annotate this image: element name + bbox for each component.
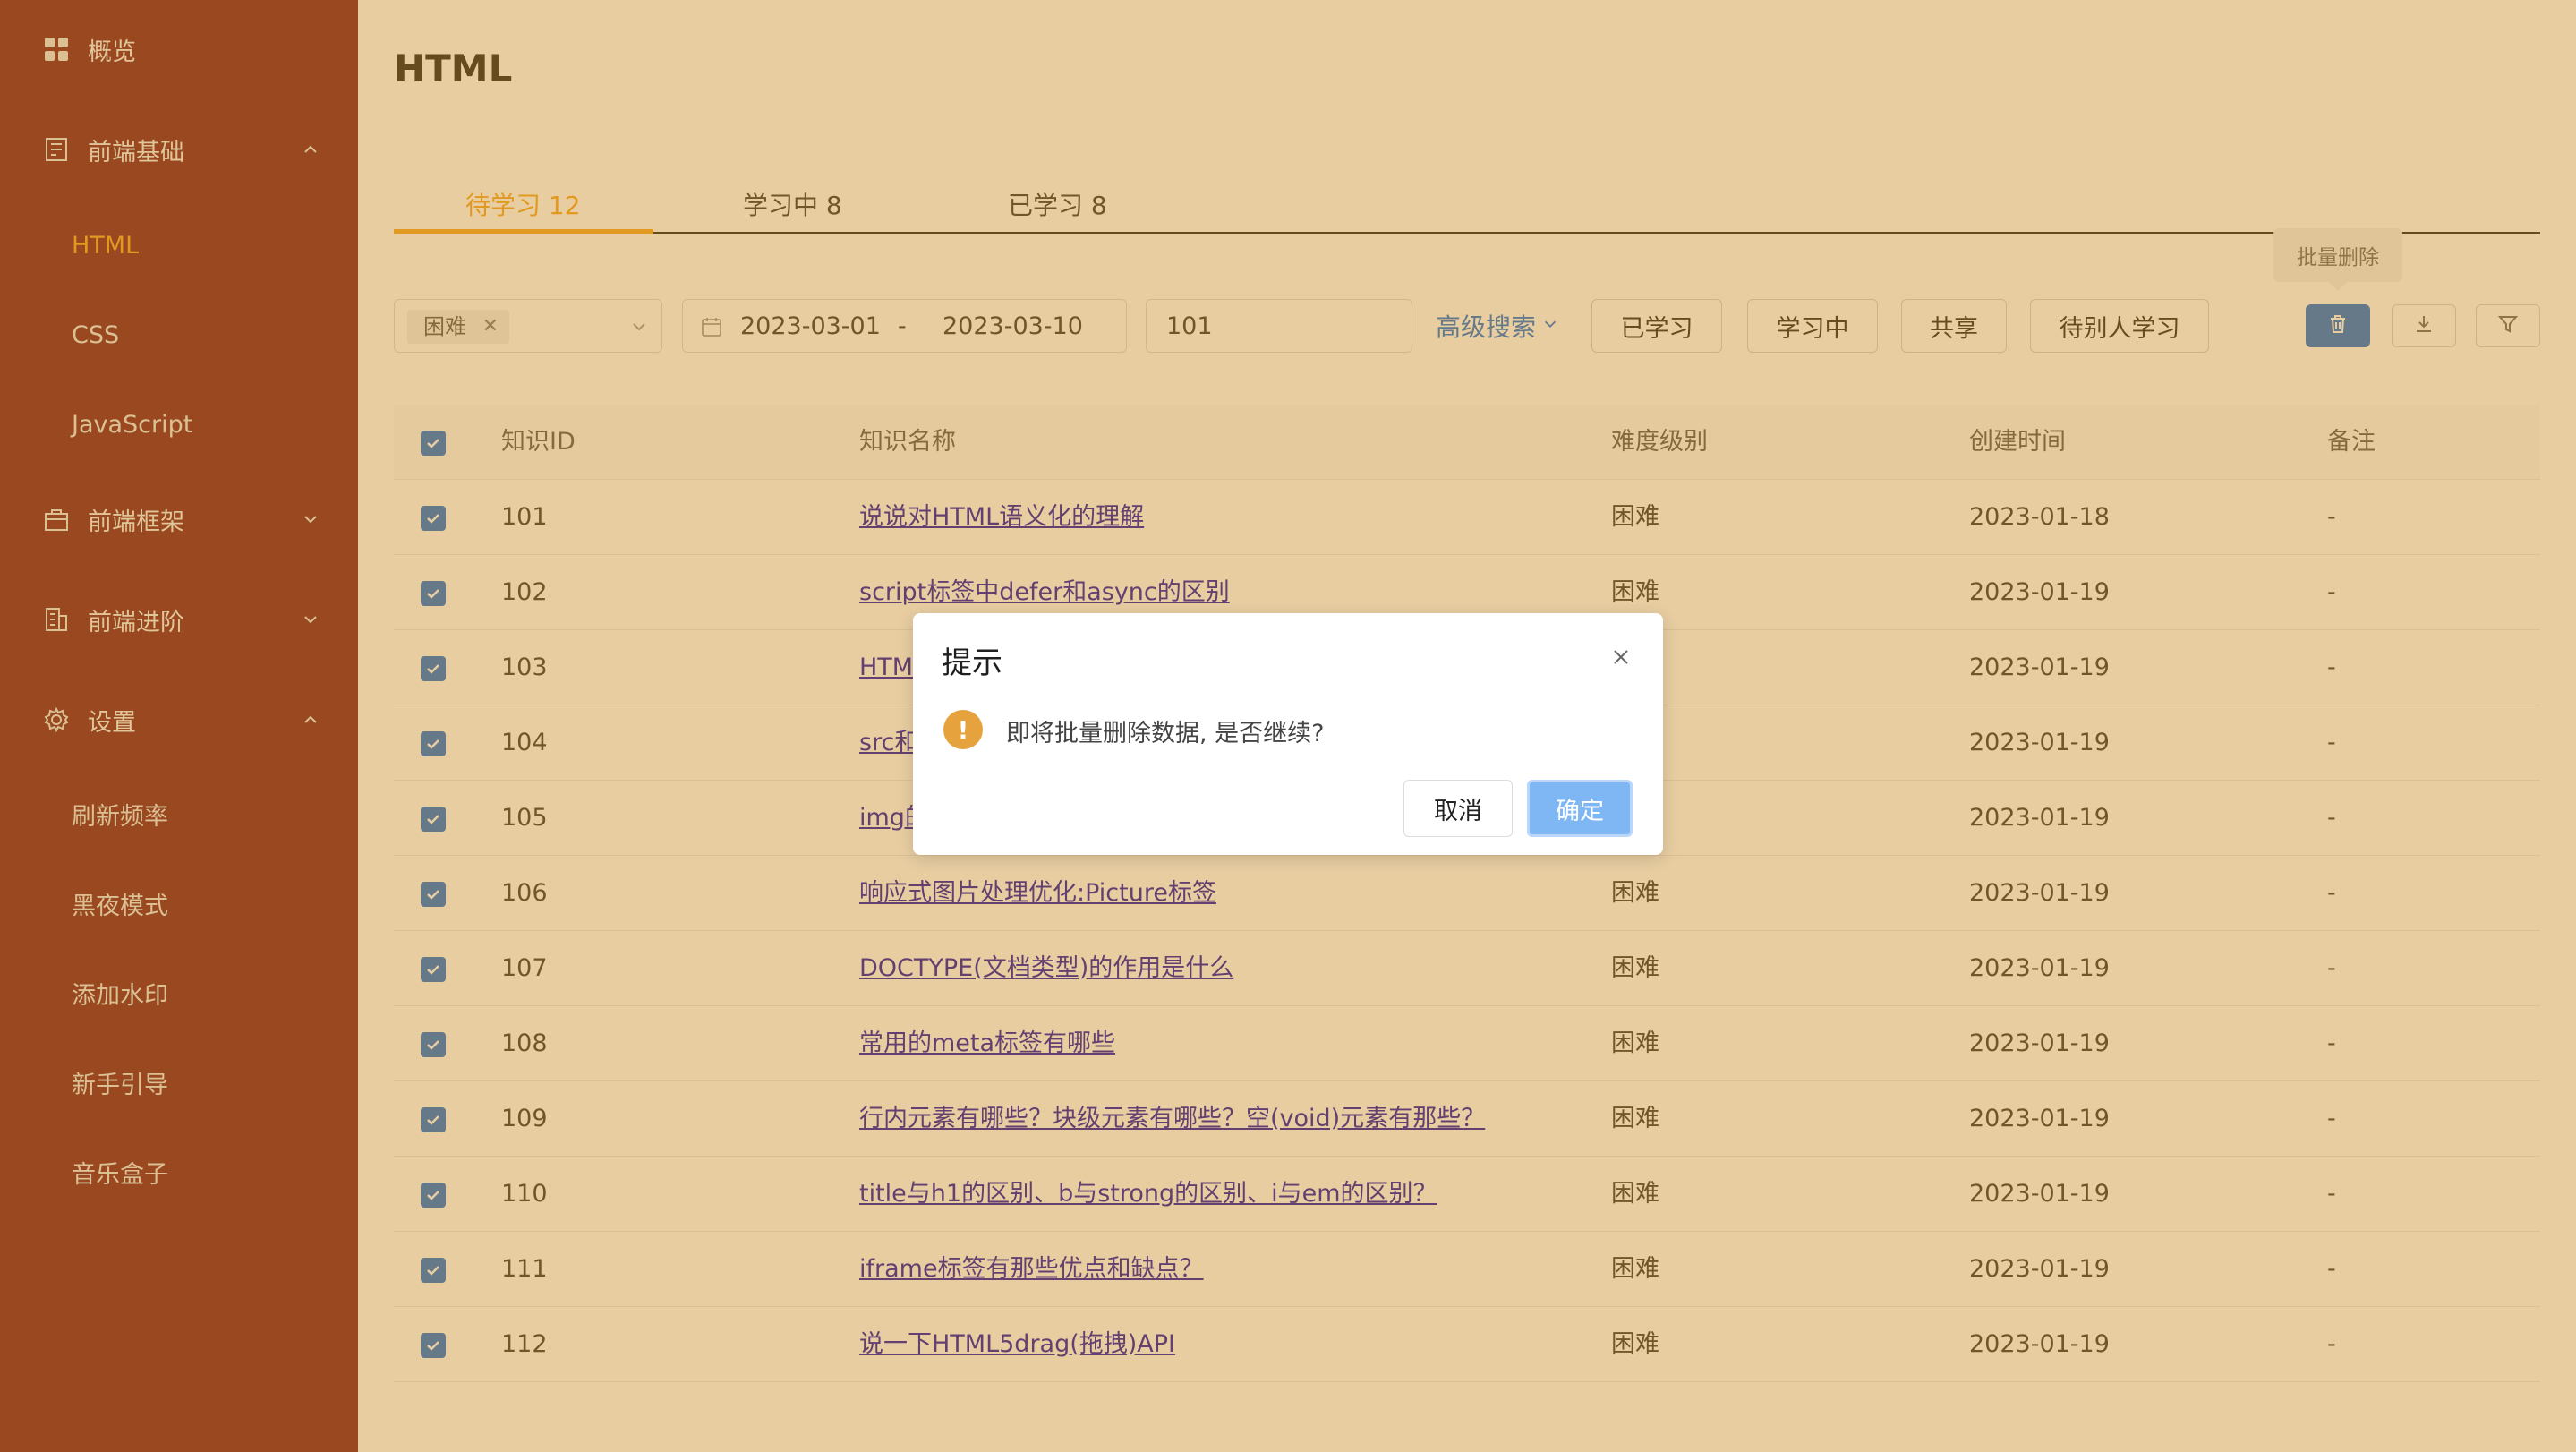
confirm-dialog: 提示 ! 即将批量删除数据, 是否继续? 取消 确定: [913, 613, 1663, 855]
dialog-message: 即将批量删除数据, 是否继续?: [1006, 720, 1325, 747]
confirm-button[interactable]: 确定: [1527, 780, 1633, 837]
close-icon[interactable]: [1608, 644, 1634, 670]
dialog-title: 提示: [942, 645, 1002, 681]
cancel-button[interactable]: 取消: [1403, 780, 1513, 837]
warning-icon: !: [943, 710, 983, 749]
